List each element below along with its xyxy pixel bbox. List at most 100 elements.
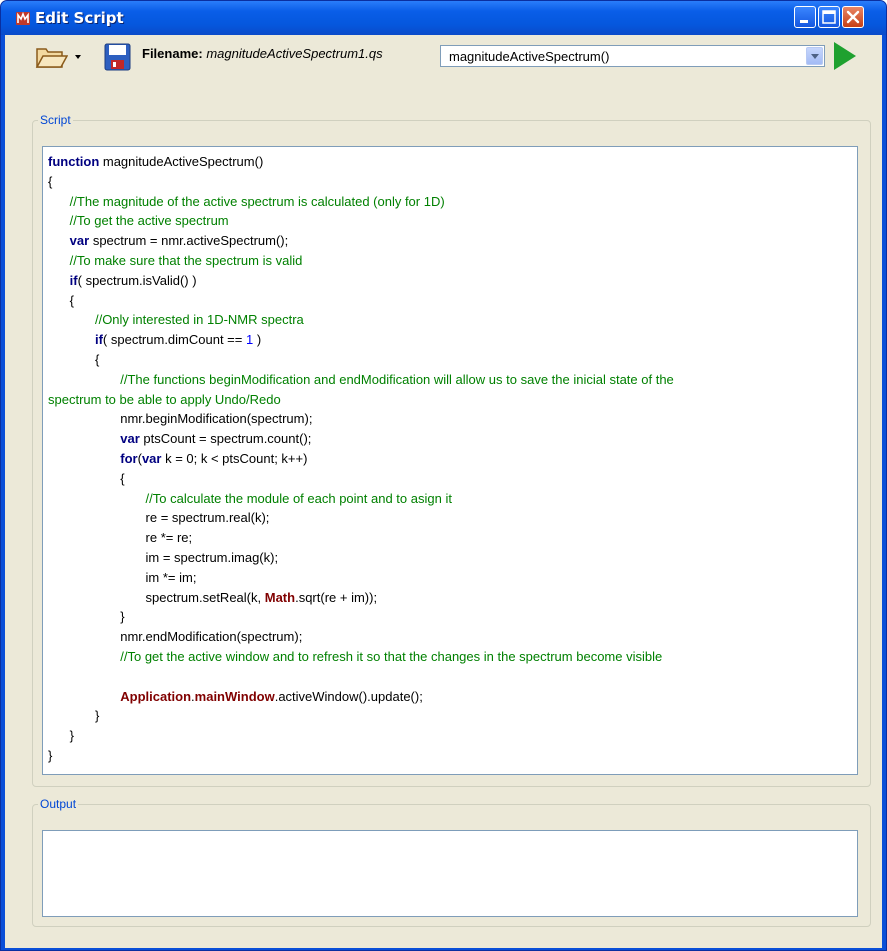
close-icon bbox=[846, 10, 860, 24]
title-bar[interactable]: Edit Script bbox=[1, 1, 886, 35]
filename-label: Filename: bbox=[142, 46, 203, 61]
code-token: //To get the active spectrum bbox=[69, 213, 229, 229]
code-token: .sqrt(re + im)); bbox=[295, 589, 378, 605]
folder-open-icon[interactable] bbox=[34, 40, 68, 74]
code-token: .activeWindow().update(); bbox=[274, 688, 423, 704]
code-line: nmr.beginModification(spectrum); bbox=[48, 409, 312, 428]
code-token: { bbox=[48, 470, 125, 486]
app-logo-icon bbox=[16, 11, 30, 25]
floppy-disk-icon[interactable] bbox=[104, 43, 131, 71]
code-token: k = 0; k < ptsCount; k++) bbox=[161, 451, 308, 466]
code-token: Math bbox=[264, 589, 296, 605]
code-line: spectrum to be able to apply Undo/Redo bbox=[48, 390, 281, 409]
function-select[interactable]: magnitudeActiveSpectrum() bbox=[440, 45, 825, 67]
play-icon[interactable] bbox=[834, 42, 856, 70]
code-line: //The magnitude of the active spectrum i… bbox=[48, 192, 445, 211]
filename-value: magnitudeActiveSpectrum1.qs bbox=[206, 46, 383, 61]
code-token: function bbox=[48, 154, 100, 169]
code-token: ptsCount = spectrum.count(); bbox=[139, 431, 312, 447]
close-button[interactable] bbox=[842, 6, 864, 28]
code-token: if bbox=[69, 272, 78, 288]
code-line: //To get the active spectrum bbox=[48, 211, 229, 230]
code-line: } bbox=[48, 706, 99, 725]
code-token: { bbox=[48, 292, 75, 308]
code-line: re = spectrum.real(k); bbox=[48, 508, 270, 527]
code-line: nmr.endModification(spectrum); bbox=[48, 627, 302, 646]
filename-label-group: Filename: magnitudeActiveSpectrum1.qs bbox=[142, 46, 383, 61]
code-token: spectrum = nmr.activeSpectrum(); bbox=[89, 233, 289, 249]
code-line: var ptsCount = spectrum.count(); bbox=[48, 429, 311, 448]
code-token: { bbox=[48, 352, 100, 367]
code-token: var bbox=[120, 431, 140, 447]
code-token: } bbox=[48, 609, 125, 625]
code-token: magnitudeActiveSpectrum() bbox=[99, 154, 264, 169]
code-token: { bbox=[48, 173, 53, 189]
code-line: { bbox=[48, 469, 125, 488]
code-token: var bbox=[141, 451, 162, 466]
code-line: { bbox=[48, 350, 99, 369]
script-editor[interactable]: function magnitudeActiveSpectrum(){ //Th… bbox=[42, 146, 858, 775]
code-line: //To get the active window and to refres… bbox=[48, 647, 662, 666]
output-legend: Output bbox=[40, 797, 77, 811]
code-token: var bbox=[69, 233, 90, 249]
code-token: re = spectrum.real(k); bbox=[48, 510, 270, 526]
code-token: ) bbox=[253, 332, 262, 348]
code-token: //To calculate the module of each point … bbox=[145, 490, 452, 506]
code-token: nmr.endModification(spectrum); bbox=[48, 629, 303, 645]
code-token: } bbox=[48, 748, 53, 763]
code-line: function magnitudeActiveSpectrum() bbox=[48, 152, 263, 171]
code-token: ( spectrum.isValid() ) bbox=[77, 272, 197, 288]
code-token: } bbox=[48, 708, 100, 724]
code-token: im *= im; bbox=[48, 569, 197, 585]
maximize-button[interactable] bbox=[818, 6, 840, 28]
code-token: spectrum to be able to apply Undo/Redo bbox=[48, 391, 281, 407]
minimize-button[interactable] bbox=[794, 6, 816, 28]
code-line: im = spectrum.imag(k); bbox=[48, 548, 279, 567]
code-line: } bbox=[48, 726, 74, 745]
code-line: } bbox=[48, 746, 52, 765]
minimize-icon bbox=[800, 20, 808, 23]
code-token: } bbox=[48, 728, 75, 744]
code-token: //Only interested in 1D-NMR spectra bbox=[94, 312, 304, 328]
code-token: re *= re; bbox=[48, 530, 193, 546]
code-line: //To calculate the module of each point … bbox=[48, 489, 452, 508]
code-line: { bbox=[48, 172, 52, 191]
code-line: spectrum.setReal(k, Math.sqrt(re + im)); bbox=[48, 588, 378, 607]
code-line: Application.mainWindow.activeWindow().up… bbox=[48, 687, 423, 706]
code-token: //The functions beginModification and en… bbox=[120, 371, 674, 387]
code-token: //The magnitude of the active spectrum i… bbox=[69, 193, 445, 209]
code-line: re *= re; bbox=[48, 528, 193, 547]
function-select-value: magnitudeActiveSpectrum() bbox=[449, 49, 610, 64]
code-token: //To make sure that the spectrum is vali… bbox=[69, 253, 303, 268]
chevron-down-icon[interactable] bbox=[73, 52, 83, 62]
code-token: for bbox=[120, 451, 138, 466]
code-line: //To make sure that the spectrum is vali… bbox=[48, 251, 303, 270]
code-token: nmr.beginModification(spectrum); bbox=[48, 411, 313, 427]
code-token: spectrum.setReal(k, bbox=[48, 589, 265, 605]
code-token: im = spectrum.imag(k); bbox=[48, 550, 279, 565]
code-line: if( spectrum.dimCount == 1 ) bbox=[48, 330, 261, 349]
code-line: for(var k = 0; k < ptsCount; k++) bbox=[48, 449, 307, 468]
output-area[interactable] bbox=[42, 830, 858, 917]
code-line: { bbox=[48, 291, 74, 310]
script-legend: Script bbox=[40, 113, 71, 127]
chevron-down-icon[interactable] bbox=[806, 47, 823, 65]
code-line: } bbox=[48, 607, 125, 626]
code-line: //Only interested in 1D-NMR spectra bbox=[48, 310, 304, 329]
maximize-icon bbox=[822, 10, 836, 24]
code-line: //The functions beginModification and en… bbox=[48, 370, 674, 389]
code-line: var spectrum = nmr.activeSpectrum(); bbox=[48, 231, 289, 250]
